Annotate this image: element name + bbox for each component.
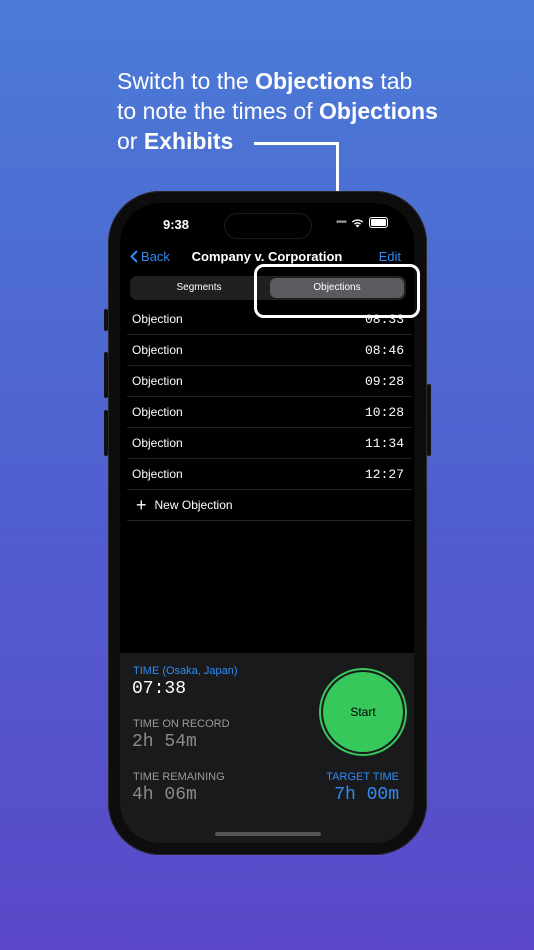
- objection-time: 11:34: [364, 435, 404, 451]
- time-on-record-value: 2h 54m: [132, 732, 197, 752]
- list-item[interactable]: Objection 09:28: [127, 366, 412, 397]
- wifi-icon: [351, 218, 364, 227]
- list-item[interactable]: Objection 08:46: [127, 335, 412, 366]
- objection-label: Objection: [132, 312, 183, 326]
- caption-bold: Objections: [319, 98, 438, 124]
- local-time-value: 07:38: [132, 679, 187, 699]
- objection-label: Objection: [132, 405, 183, 419]
- objection-time: 09:28: [364, 373, 404, 389]
- objection-list: Objection 08:33 Objection 08:46 Objection 0…: [127, 304, 412, 521]
- start-button[interactable]: Start: [323, 672, 403, 752]
- time-remaining-label: TIME REMAINING: [133, 771, 225, 783]
- power-button: [427, 384, 431, 456]
- caption-text: or: [117, 128, 144, 154]
- caption-text: Switch to the: [117, 68, 256, 94]
- local-time-label: TIME (Osaka, Japan): [133, 665, 238, 677]
- battery-icon: [369, 217, 388, 228]
- status-time: 9:38: [163, 217, 190, 232]
- list-item[interactable]: Objection 12:27: [127, 459, 412, 490]
- caption-text: to note the times of: [117, 98, 320, 124]
- dynamic-island: [224, 213, 312, 239]
- page-title: Company v. Corporation: [191, 249, 343, 264]
- list-item[interactable]: Objection 11:34: [127, 428, 412, 459]
- objection-label: Objection: [132, 374, 183, 388]
- time-remaining-value: 4h 06m: [132, 785, 197, 805]
- objection-time: 10:28: [364, 404, 404, 420]
- objection-time: 12:27: [364, 466, 404, 482]
- status-icons: ••••: [336, 217, 388, 228]
- objection-label: Objection: [132, 436, 183, 450]
- signal-icon: ••••: [335, 217, 347, 228]
- objection-label: Objection: [132, 467, 183, 481]
- caption-bold: Exhibits: [143, 128, 234, 154]
- new-objection-label: New Objection: [154, 498, 233, 512]
- volume-down-button: [104, 410, 108, 456]
- caption-text: tab: [373, 68, 413, 94]
- objection-label: Objection: [132, 343, 183, 357]
- timer-panel: TIME (Osaka, Japan) 07:38 TIME ON RECORD…: [120, 653, 414, 843]
- target-time-value[interactable]: 7h 00m: [334, 785, 399, 805]
- objection-time: 08:46: [364, 342, 404, 358]
- time-on-record-label: TIME ON RECORD: [133, 718, 230, 730]
- home-indicator: [215, 832, 321, 836]
- new-objection-button[interactable]: + New Objection: [127, 490, 412, 521]
- plus-icon: +: [136, 494, 147, 515]
- list-item[interactable]: Objection 10:28: [127, 397, 412, 428]
- volume-up-button: [104, 352, 108, 398]
- callout-line: [254, 142, 338, 145]
- action-button: [104, 309, 108, 331]
- tab-segments[interactable]: Segments: [132, 278, 266, 298]
- callout-highlight: [254, 264, 420, 318]
- caption-bold: Objections: [255, 68, 374, 94]
- target-time-label: TARGET TIME: [326, 771, 399, 783]
- edit-button[interactable]: Edit: [379, 249, 401, 264]
